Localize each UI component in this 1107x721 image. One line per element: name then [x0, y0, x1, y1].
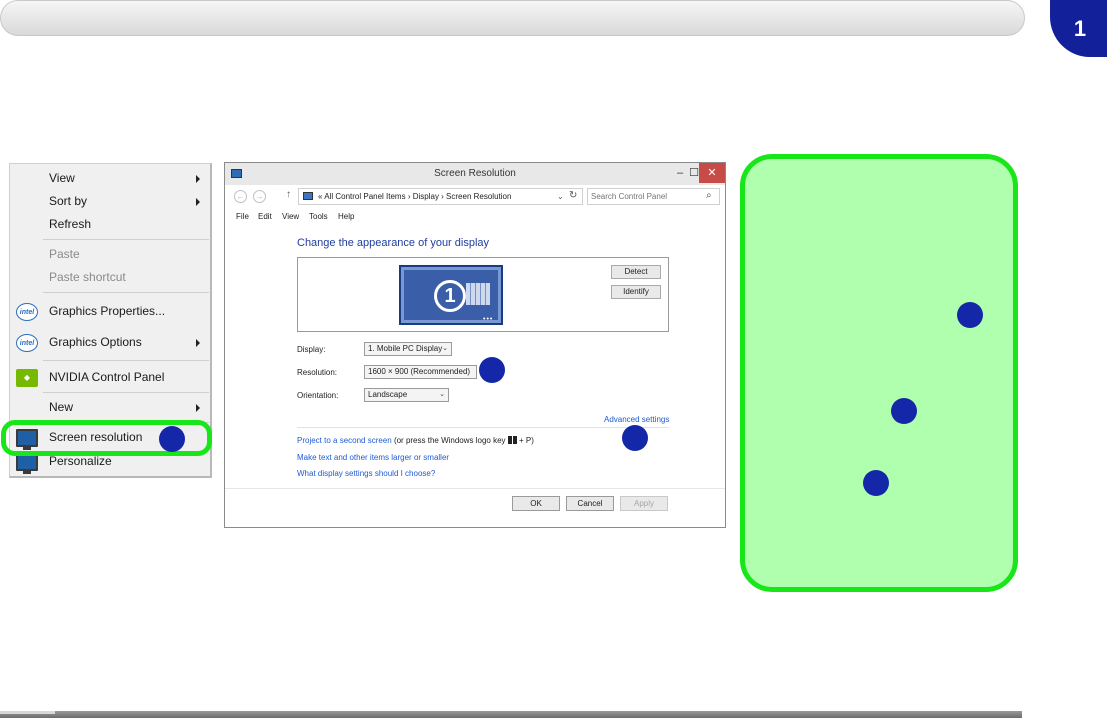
menu-item-nvidia-control-panel[interactable]: ◆ NVIDIA Control Panel — [10, 366, 210, 390]
keypad-icon — [466, 283, 490, 305]
windows-logo-icon — [507, 436, 517, 444]
submenu-arrow-icon — [196, 175, 200, 183]
monitor-thumbnail[interactable]: 1 ••• — [399, 265, 503, 325]
identify-button[interactable]: Identify — [611, 285, 661, 299]
window-title: Screen Resolution — [434, 168, 516, 179]
menu-separator — [43, 360, 209, 361]
callout-marker — [622, 425, 648, 451]
monitor-dots: ••• — [483, 316, 494, 323]
title-bar[interactable]: Screen Resolution – ☐ ✕ — [225, 163, 725, 185]
submenu-arrow-icon — [196, 198, 200, 206]
callout-marker — [863, 470, 889, 496]
screen-resolution-window: Screen Resolution – ☐ ✕ ← → ↑ « All Cont… — [224, 162, 726, 528]
menu-help[interactable]: Help — [338, 212, 354, 221]
menu-tools[interactable]: Tools — [309, 212, 328, 221]
menu-item-label: Personalize — [49, 454, 112, 468]
intel-icon: intel — [16, 303, 38, 321]
cancel-button[interactable]: Cancel — [566, 496, 614, 511]
submenu-arrow-icon — [196, 339, 200, 347]
navigation-bar: ← → ↑ « All Control Panel Items › Displa… — [225, 185, 725, 209]
menu-item-new[interactable]: New — [10, 396, 210, 420]
callout-marker — [159, 426, 185, 452]
minimize-button[interactable]: – — [673, 163, 687, 183]
display-preview: 1 ••• Detect Identify — [297, 257, 669, 332]
menu-item-sort-by[interactable]: Sort by — [10, 190, 210, 214]
resolution-label: Resolution: — [297, 368, 338, 377]
project-second-screen-link[interactable]: Project to a second screen — [297, 436, 392, 445]
detect-button[interactable]: Detect — [611, 265, 661, 279]
menu-item-paste-shortcut: Paste shortcut — [10, 266, 210, 290]
menu-separator — [43, 392, 209, 393]
refresh-icon[interactable]: ↻ — [569, 190, 577, 201]
search-icon[interactable]: ⌕ — [706, 190, 712, 201]
advanced-settings-link[interactable]: Advanced settings — [604, 415, 669, 424]
chapter-number: 1 — [1073, 16, 1087, 41]
display-label: Display: — [297, 345, 326, 354]
menu-separator — [43, 239, 209, 240]
menu-separator — [43, 292, 209, 293]
orientation-label: Orientation: — [297, 391, 339, 400]
chevron-down-icon: ⌄ — [442, 345, 448, 352]
info-box — [740, 154, 1018, 592]
page-title: Change the appearance of your display — [297, 237, 490, 249]
menu-view[interactable]: View — [282, 212, 299, 221]
text-size-link[interactable]: Make text and other items larger or smal… — [297, 453, 449, 462]
menu-item-label: New — [49, 400, 74, 414]
menu-item-label: Sort by — [49, 194, 88, 208]
header-bar — [0, 0, 1025, 36]
search-input[interactable] — [591, 190, 701, 203]
footer-rule — [0, 711, 1022, 718]
callout-marker — [891, 398, 917, 424]
chapter-tab: 1 — [1050, 0, 1107, 57]
menu-item-graphics-properties[interactable]: intel Graphics Properties... — [10, 300, 210, 324]
display-value: 1. Mobile PC Display — [368, 344, 443, 353]
address-dropdown-icon[interactable]: ⌄ — [557, 192, 564, 201]
menu-item-refresh[interactable]: Refresh — [10, 213, 210, 237]
intel-icon: intel — [16, 334, 38, 352]
footer-divider — [225, 488, 725, 489]
menu-item-label: Graphics Options — [49, 335, 142, 349]
menu-item-view[interactable]: View — [10, 167, 210, 191]
callout-marker — [479, 357, 505, 383]
back-button[interactable]: ← — [234, 190, 247, 203]
ok-button[interactable]: OK — [512, 496, 560, 511]
menu-item-label: Refresh — [49, 217, 92, 231]
display-settings-help-link[interactable]: What display settings should I choose? — [297, 469, 435, 478]
computer-icon — [303, 192, 313, 200]
orientation-value: Landscape — [368, 390, 408, 399]
menu-item-label: NVIDIA Control Panel — [49, 370, 165, 384]
callout-marker — [957, 302, 983, 328]
chevron-down-icon: ⌄ — [439, 391, 445, 398]
apply-button[interactable]: Apply — [620, 496, 668, 511]
project-hint-end: + P) — [516, 436, 534, 445]
section-divider — [297, 427, 669, 428]
menu-item-label: Paste — [49, 247, 80, 261]
address-bar[interactable]: « All Control Panel Items › Display › Sc… — [298, 188, 583, 205]
menu-item-label: Graphics Properties... — [49, 304, 166, 318]
menu-item-label: Paste shortcut — [49, 270, 126, 284]
menu-bar: File Edit View Tools Help — [225, 209, 725, 225]
resolution-select[interactable]: 1600 × 900 (Recommended) — [364, 365, 477, 379]
close-button[interactable]: ✕ — [699, 163, 725, 183]
submenu-arrow-icon — [196, 404, 200, 412]
resolution-value: 1600 × 900 (Recommended) — [368, 367, 471, 376]
project-hint: (or press the Windows logo key — [391, 436, 508, 445]
nvidia-icon: ◆ — [16, 369, 38, 387]
menu-item-graphics-options[interactable]: intel Graphics Options — [10, 331, 210, 355]
display-select[interactable]: 1. Mobile PC Display ⌄ — [364, 342, 452, 356]
menu-file[interactable]: File — [236, 212, 249, 221]
breadcrumb[interactable]: « All Control Panel Items › Display › Sc… — [318, 192, 511, 201]
forward-button[interactable]: → — [253, 190, 266, 203]
monitor-number: 1 — [434, 280, 466, 312]
up-button[interactable]: ↑ — [286, 189, 291, 200]
menu-item-label: View — [49, 171, 75, 185]
search-box[interactable]: ⌕ — [587, 188, 720, 205]
menu-item-paste: Paste — [10, 243, 210, 267]
orientation-select[interactable]: Landscape ⌄ — [364, 388, 449, 402]
project-row: Project to a second screen (or press the… — [297, 436, 534, 445]
menu-edit[interactable]: Edit — [258, 212, 272, 221]
